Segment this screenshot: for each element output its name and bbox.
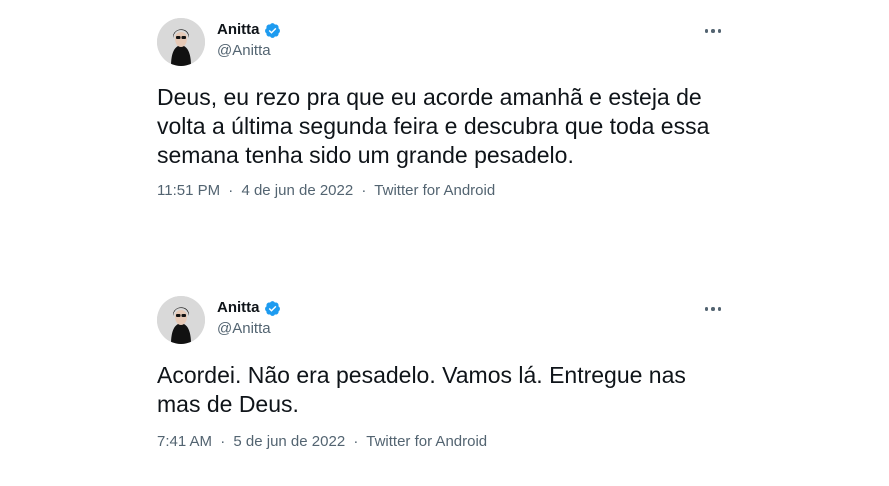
tweet-text: Acordei. Não era pesadelo. Vamos lá. Ent… [157, 362, 686, 417]
author-name-row[interactable]: Anitta [217, 298, 281, 318]
more-options-button[interactable] [700, 22, 726, 40]
tweet-time[interactable]: 11:51 PM [157, 182, 220, 199]
meta-separator: · [361, 182, 367, 199]
tweet-time[interactable]: 7:41 AM [157, 433, 212, 450]
tweet-meta: 7:41 AM · 5 de jun de 2022 · Twitter for… [157, 432, 487, 452]
avatar-photo-icon [157, 296, 205, 344]
tweet-date[interactable]: 4 de jun de 2022 [241, 182, 353, 199]
more-options-icon [704, 307, 709, 311]
tweet-meta: 11:51 PM · 4 de jun de 2022 · Twitter fo… [157, 181, 495, 201]
author-name-row[interactable]: Anitta [217, 20, 281, 40]
tweet-date[interactable]: 5 de jun de 2022 [233, 433, 345, 450]
author-handle[interactable]: @Anitta [217, 319, 271, 339]
tweet-source[interactable]: Twitter for Android [366, 433, 487, 450]
meta-separator: · [353, 433, 359, 450]
meta-separator: · [220, 433, 226, 450]
avatar-photo-icon [157, 18, 205, 66]
tweet-card[interactable]: Anitta @Anitta Acordei. Não era pesadelo… [0, 278, 889, 486]
tweet-source[interactable]: Twitter for Android [374, 182, 495, 199]
author-display-name[interactable]: Anitta [217, 20, 260, 40]
author-handle[interactable]: @Anitta [217, 41, 271, 61]
verified-badge-icon [264, 300, 280, 316]
meta-separator: · [228, 182, 234, 199]
avatar[interactable] [157, 18, 205, 66]
verified-badge-icon [264, 22, 280, 38]
tweet-text: Deus, eu rezo pra que eu acorde amanhã e… [157, 84, 710, 168]
avatar[interactable] [157, 296, 205, 344]
author-display-name[interactable]: Anitta [217, 298, 260, 318]
more-options-button[interactable] [700, 300, 726, 318]
more-options-icon [704, 29, 709, 33]
tweet-card[interactable]: Anitta @Anitta Deus, eu rezo pra que eu … [0, 0, 889, 250]
